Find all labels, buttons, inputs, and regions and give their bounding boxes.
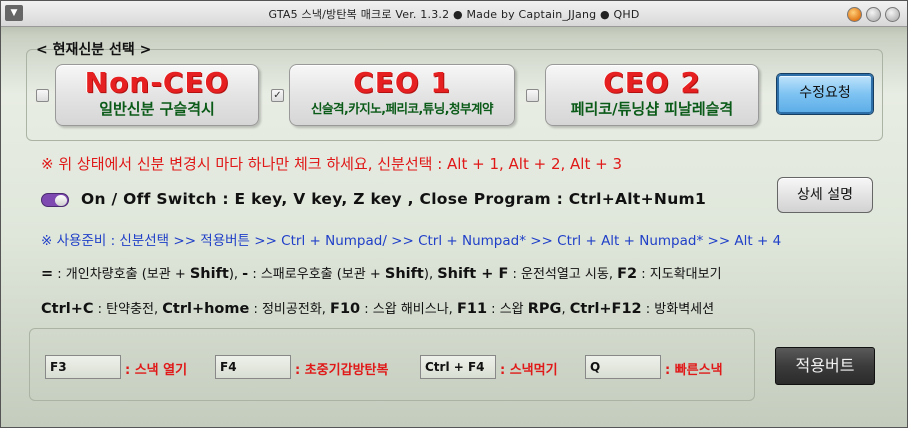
hotkey-desc: : 개인차량호출 (보관 + xyxy=(53,267,190,282)
hotkey-desc: : 정비공전화, xyxy=(249,302,331,317)
hotkey-key: Ctrl+C xyxy=(41,301,94,317)
hotkey-desc: , xyxy=(561,302,570,317)
hotkey-key: F10 xyxy=(330,301,361,317)
hotkey-key: Ctrl+home xyxy=(162,301,250,317)
hotkey-line-1: = : 개인차량호출 (보관 + Shift), - : 스패로우호출 (보관 … xyxy=(41,263,722,282)
role-title: Non-CEO xyxy=(84,66,230,99)
role-title: CEO 2 xyxy=(603,66,701,99)
modify-request-button[interactable]: 수정요청 xyxy=(777,74,873,114)
hotkey-key: F11 xyxy=(456,301,488,317)
hotkey-key: Shift + F xyxy=(437,266,509,282)
on-off-toggle[interactable] xyxy=(41,193,69,207)
preparation-steps: ※ 사용준비 : 신분선택 >> 적용버튼 >> Ctrl + Numpad/ … xyxy=(41,233,782,249)
title-bar[interactable]: ▼ GTA5 스낵/방탄복 매크로 Ver. 1.3.2 ● Made by C… xyxy=(1,1,907,27)
armor-key-field[interactable]: F4 xyxy=(215,355,291,379)
details-button[interactable]: 상세 설명 xyxy=(777,177,873,213)
apply-button[interactable]: 적용버트 xyxy=(775,347,875,385)
hotkey-key: Ctrl+F12 xyxy=(569,301,642,317)
hotkey-desc: ), xyxy=(423,267,438,282)
role-group-legend: < 현재신분 선택 > xyxy=(36,42,152,58)
hotkey-desc: : 탄약충전, xyxy=(93,302,163,317)
window-title: GTA5 스낵/방탄복 매크로 Ver. 1.3.2 ● Made by Cap… xyxy=(268,8,640,21)
non-ceo-checkbox[interactable] xyxy=(36,89,49,102)
minimize-button[interactable] xyxy=(847,7,862,22)
hotkey-key: Shift xyxy=(384,266,424,282)
role-subtitle: 일반신분 구슬격시 xyxy=(99,100,215,118)
hotkey-desc: : 방화벽세션 xyxy=(641,302,715,317)
hotkey-desc: : 스왑 xyxy=(487,302,528,317)
quick-snack-label: : 빠른스낵 xyxy=(665,363,723,378)
role-card-ceo2[interactable]: CEO 2 페리코/튜닝샵 피날레슬격 xyxy=(545,64,759,126)
hotkey-desc: : 운전석열고 시동, xyxy=(508,267,618,282)
role-subtitle: 신슬격,카지노,페리코,튜닝,청부계약 xyxy=(311,101,494,116)
armor-label: : 초중기갑방탄복 xyxy=(295,363,389,378)
snack-eat-key-field[interactable]: Ctrl + F4 xyxy=(420,355,496,379)
hotkey-key: Shift xyxy=(189,266,229,282)
role-card-ceo1[interactable]: CEO 1 신슬격,카지노,페리코,튜닝,청부계약 xyxy=(289,64,515,126)
hotkey-line-2: Ctrl+C : 탄약충전, Ctrl+home : 정비공전화, F10 : … xyxy=(41,298,714,317)
maximize-button[interactable] xyxy=(866,7,881,22)
hotkey-key: = xyxy=(41,266,54,282)
role-title: CEO 1 xyxy=(353,66,451,99)
ceo1-checkbox[interactable]: ✓ xyxy=(271,89,284,102)
ceo2-checkbox[interactable] xyxy=(526,89,539,102)
switch-description: On / Off Switch : E key, V key, Z key , … xyxy=(81,190,707,208)
close-button[interactable] xyxy=(885,7,900,22)
hotkey-key: F2 xyxy=(617,266,638,282)
toggle-knob xyxy=(55,195,67,206)
hotkey-desc: ), xyxy=(228,267,243,282)
hotkey-desc: : 지도확대보기 xyxy=(637,267,722,282)
snack-open-key-field[interactable]: F3 xyxy=(45,355,121,379)
snack-eat-label: : 스낵먹기 xyxy=(500,363,558,378)
hotkey-key: RPG xyxy=(527,301,562,317)
app-window: ▼ GTA5 스낵/방탄복 매크로 Ver. 1.3.2 ● Made by C… xyxy=(0,0,908,428)
hotkey-desc: : 스왑 해비스나, xyxy=(360,302,457,317)
hotkey-desc: : 스패로우호출 (보관 + xyxy=(248,267,385,282)
role-subtitle: 페리코/튜닝샵 피날레슬격 xyxy=(570,100,734,118)
role-card-non-ceo[interactable]: Non-CEO 일반신분 구슬격시 xyxy=(55,64,259,126)
warning-text: ※ 위 상태에서 신분 변경시 마다 하나만 체크 하세요, 신분선택 : Al… xyxy=(41,155,622,173)
snack-open-label: : 스낵 열기 xyxy=(125,363,188,378)
quick-snack-key-field[interactable]: Q xyxy=(585,355,661,379)
